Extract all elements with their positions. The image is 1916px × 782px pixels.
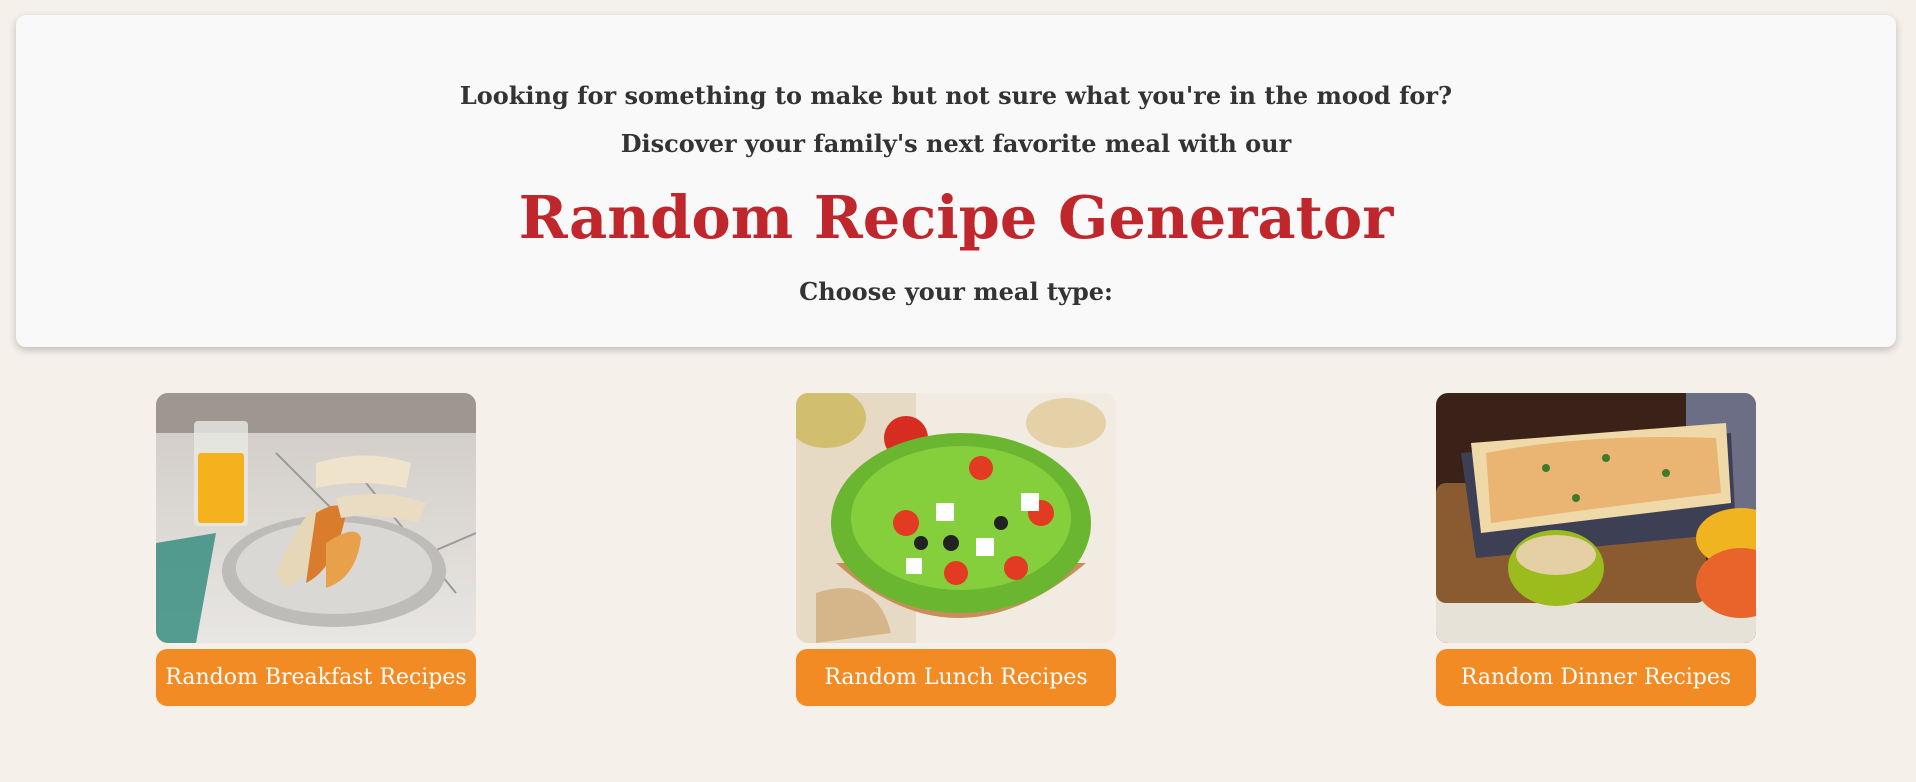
- dinner-card: Random Dinner Recipes: [1436, 393, 1756, 706]
- intro-question: Looking for something to make but not su…: [459, 81, 1453, 110]
- intro-discover: Discover your family's next favorite mea…: [620, 129, 1292, 158]
- meal-type-prompt: Choose your meal type:: [799, 277, 1113, 306]
- breakfast-image[interactable]: [156, 393, 476, 643]
- lunch-button[interactable]: Random Lunch Recipes: [796, 649, 1116, 706]
- breakfast-button[interactable]: Random Breakfast Recipes: [156, 649, 476, 706]
- lunch-image[interactable]: [796, 393, 1116, 643]
- breakfast-card: Random Breakfast Recipes: [156, 393, 476, 706]
- dinner-button[interactable]: Random Dinner Recipes: [1436, 649, 1756, 706]
- hero-panel: Looking for something to make but not su…: [16, 15, 1896, 347]
- dinner-image[interactable]: [1436, 393, 1756, 643]
- lunch-card: Random Lunch Recipes: [796, 393, 1116, 706]
- page-title: Random Recipe Generator: [518, 183, 1394, 252]
